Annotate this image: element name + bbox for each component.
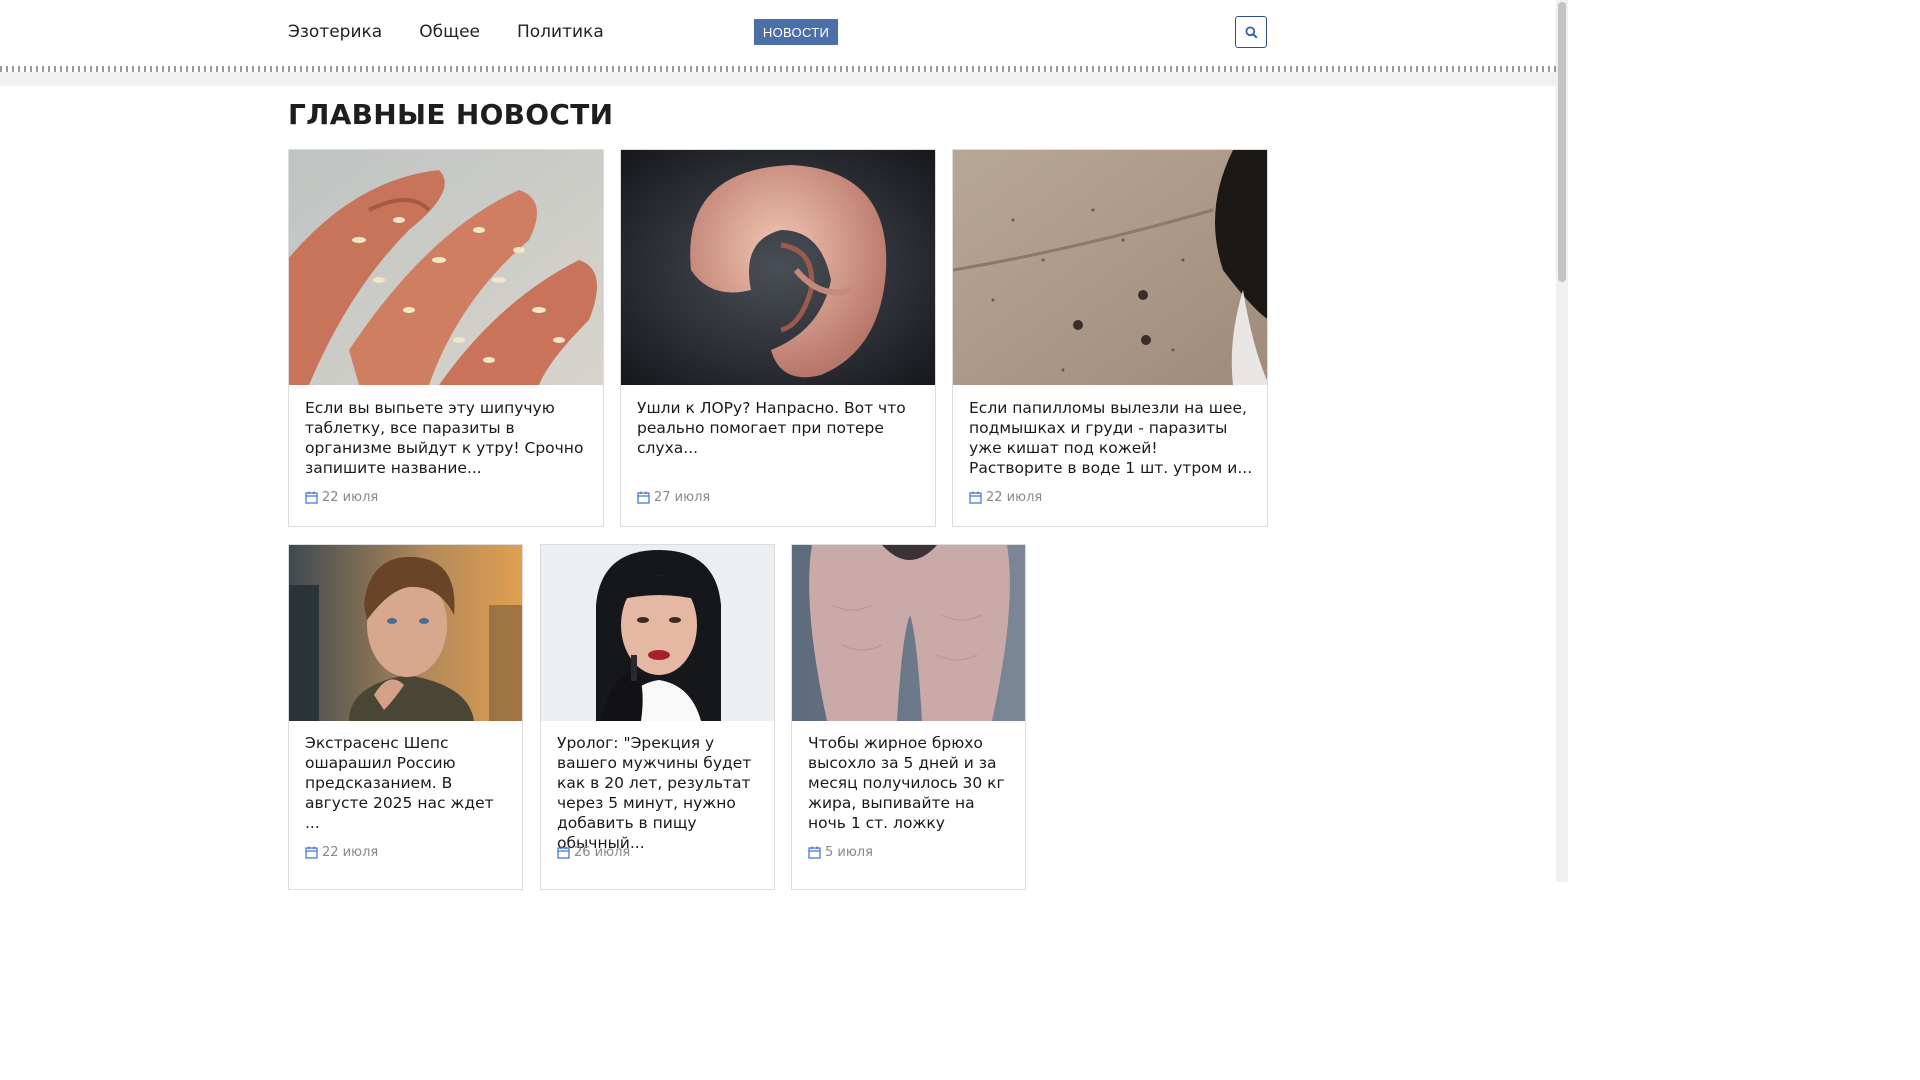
news-card-date: 22 июля xyxy=(969,490,1042,505)
date-text: 26 июля xyxy=(574,845,631,860)
news-card-title[interactable]: Уролог: "Эрекция у вашего мужчины будет … xyxy=(557,733,760,853)
scrollbar-thumb[interactable] xyxy=(1558,2,1566,282)
nav-item-politics[interactable]: Политика xyxy=(517,22,604,42)
date-text: 5 июля xyxy=(825,845,873,860)
calendar-icon xyxy=(637,491,650,504)
nav-item-esoterics[interactable]: Эзотерика xyxy=(288,22,382,42)
calendar-icon xyxy=(808,846,821,859)
main-nav: Эзотерика Общее Политика xyxy=(288,22,604,42)
search-icon xyxy=(1245,26,1258,39)
news-card-title[interactable]: Если папилломы вылезли на шее, подмышках… xyxy=(969,398,1253,478)
news-card[interactable]: Экстрасенс Шепс ошарашил Россию предсказ… xyxy=(288,544,523,890)
news-card[interactable]: Чтобы жирное брюхо высохло за 5 дней и з… xyxy=(791,544,1026,890)
search-button[interactable] xyxy=(1235,16,1267,48)
news-card-image[interactable] xyxy=(621,150,935,385)
news-card-date: 26 июля xyxy=(557,845,630,860)
news-card-image[interactable] xyxy=(541,545,774,721)
news-card-image[interactable] xyxy=(792,545,1025,721)
news-card-image[interactable] xyxy=(953,150,1267,385)
page: Эзотерика Общее Политика НОВОСТИ ГЛАВНЫЕ… xyxy=(0,0,1568,890)
news-card-title[interactable]: Если вы выпьете эту шипучую таблетку, вс… xyxy=(305,398,589,478)
news-card-title[interactable]: Ушли к ЛОРу? Напрасно. Вот что реально п… xyxy=(637,398,921,458)
date-text: 27 июля xyxy=(654,490,711,505)
date-text: 22 июля xyxy=(322,490,379,505)
page-title: ГЛАВНЫЕ НОВОСТИ xyxy=(288,98,614,131)
header-band xyxy=(0,72,1556,86)
date-text: 22 июля xyxy=(322,845,379,860)
calendar-icon xyxy=(305,846,318,859)
calendar-icon xyxy=(969,491,982,504)
calendar-icon xyxy=(557,846,570,859)
news-card[interactable]: Ушли к ЛОРу? Напрасно. Вот что реально п… xyxy=(620,149,936,527)
news-card-title[interactable]: Экстрасенс Шепс ошарашил Россию предсказ… xyxy=(305,733,508,833)
news-card-date: 22 июля xyxy=(305,845,378,860)
nav-item-general[interactable]: Общее xyxy=(419,22,480,42)
news-card-title[interactable]: Чтобы жирное брюхо высохло за 5 дней и з… xyxy=(808,733,1011,833)
date-text: 22 июля xyxy=(986,490,1043,505)
calendar-icon xyxy=(305,491,318,504)
news-card-date: 27 июля xyxy=(637,490,710,505)
news-card-date: 5 июля xyxy=(808,845,873,860)
news-card-image[interactable] xyxy=(289,150,603,385)
news-card[interactable]: Если папилломы вылезли на шее, подмышках… xyxy=(952,149,1268,527)
news-card[interactable]: Уролог: "Эрекция у вашего мужчины будет … xyxy=(540,544,775,890)
news-card-date: 22 июля xyxy=(305,490,378,505)
news-card-image[interactable] xyxy=(289,545,522,721)
scrollbar[interactable] xyxy=(1556,0,1568,882)
news-card[interactable]: Если вы выпьете эту шипучую таблетку, вс… xyxy=(288,149,604,527)
news-button[interactable]: НОВОСТИ xyxy=(754,19,838,45)
